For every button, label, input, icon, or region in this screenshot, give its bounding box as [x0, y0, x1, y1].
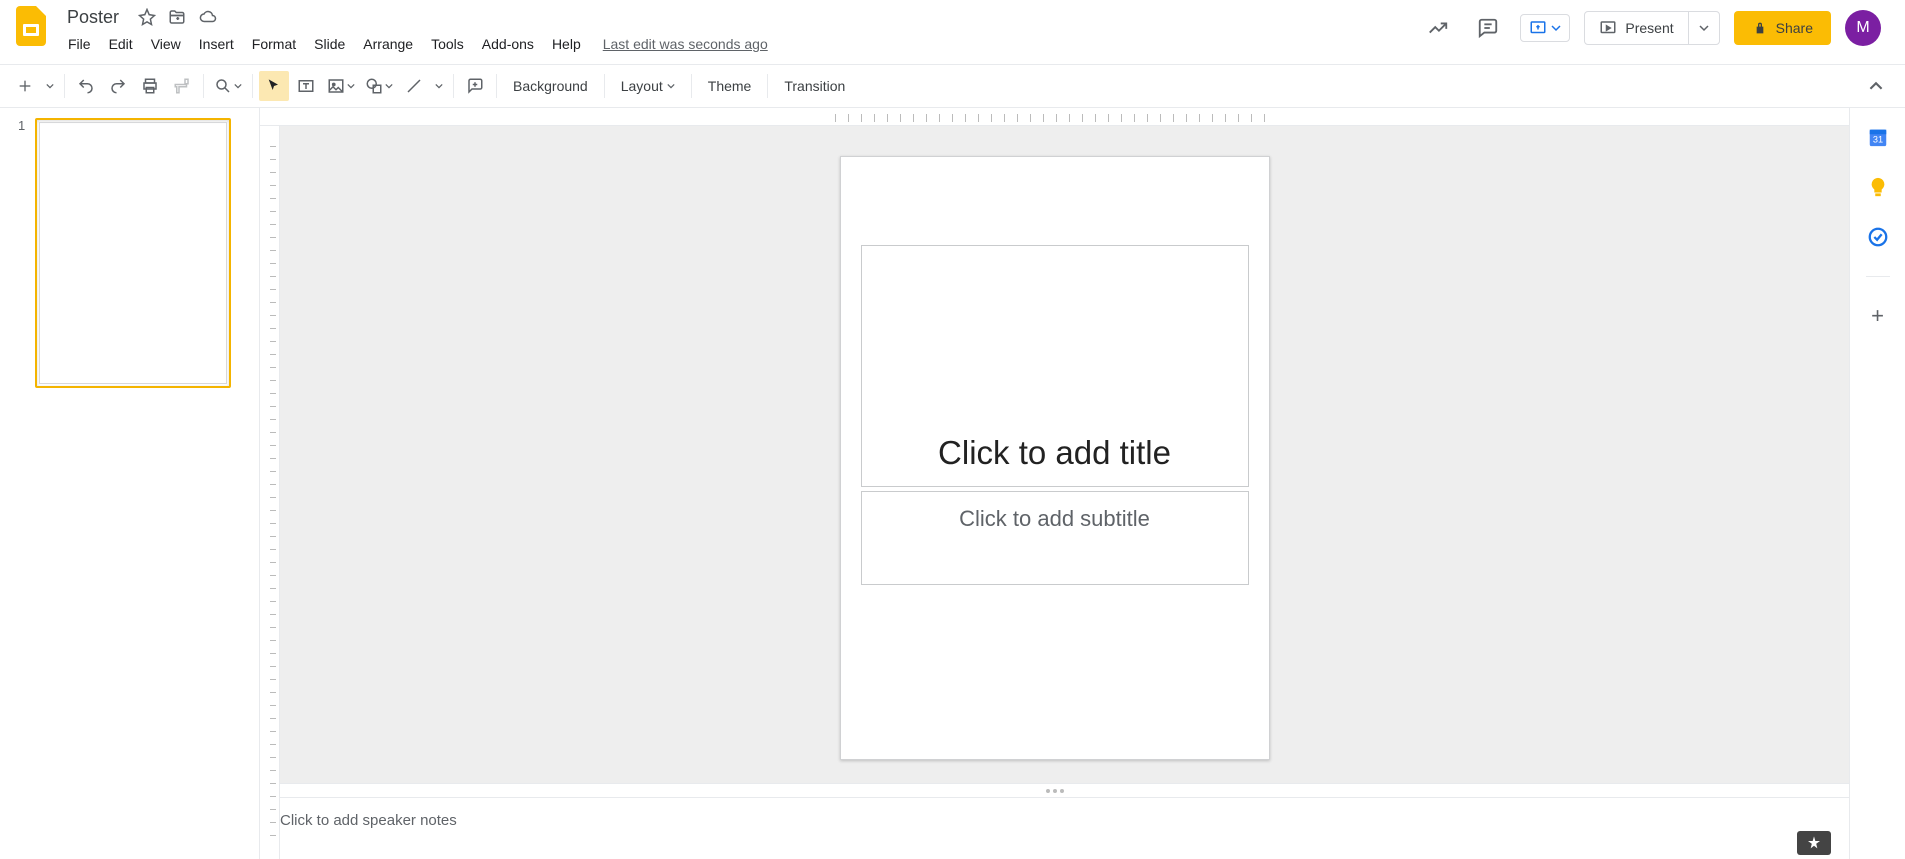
header: Poster File Edit View Insert Format Slid… [0, 0, 1905, 64]
menu-slide[interactable]: Slide [306, 32, 353, 56]
separator [203, 74, 204, 98]
filmstrip: 1 [0, 108, 260, 859]
speaker-notes[interactable]: Click to add speaker notes [260, 797, 1849, 859]
menu-help[interactable]: Help [544, 32, 589, 56]
separator [64, 74, 65, 98]
tasks-icon[interactable] [1867, 226, 1889, 248]
notes-resize-handle[interactable] [260, 783, 1849, 797]
keep-icon[interactable] [1867, 176, 1889, 198]
present-button[interactable]: Present [1585, 12, 1688, 44]
menu-edit[interactable]: Edit [101, 32, 141, 56]
layout-label: Layout [621, 78, 663, 94]
canvas-area: Click to add title Click to add subtitle… [260, 108, 1849, 859]
comments-icon[interactable] [1470, 10, 1506, 46]
cloud-status-icon[interactable] [198, 8, 218, 26]
menu-format[interactable]: Format [244, 32, 304, 56]
separator [453, 74, 454, 98]
new-slide-button[interactable] [10, 71, 40, 101]
line-tool-dropdown[interactable] [431, 71, 447, 101]
title-placeholder[interactable]: Click to add title [861, 245, 1249, 487]
select-tool[interactable] [259, 71, 289, 101]
account-avatar[interactable]: M [1845, 10, 1881, 46]
image-tool[interactable] [323, 71, 359, 101]
menu-view[interactable]: View [143, 32, 189, 56]
slide-thumbnail[interactable] [35, 118, 231, 388]
separator [604, 74, 605, 98]
paint-format-button[interactable] [167, 71, 197, 101]
side-panel: 31 + [1849, 108, 1905, 859]
background-button[interactable]: Background [503, 71, 598, 101]
undo-button[interactable] [71, 71, 101, 101]
menu-arrange[interactable]: Arrange [355, 32, 421, 56]
redo-button[interactable] [103, 71, 133, 101]
separator [691, 74, 692, 98]
share-button[interactable]: Share [1734, 11, 1831, 45]
comment-button[interactable] [460, 71, 490, 101]
theme-button[interactable]: Theme [698, 71, 762, 101]
get-addons-button[interactable]: + [1867, 305, 1889, 327]
present-button-group: Present [1584, 11, 1719, 45]
explore-button[interactable] [1797, 831, 1831, 855]
new-slide-dropdown[interactable] [42, 71, 58, 101]
slide-thumbnail-wrap: 1 [18, 118, 241, 388]
present-label: Present [1625, 20, 1673, 36]
last-edit-link[interactable]: Last edit was seconds ago [603, 36, 768, 52]
shape-tool[interactable] [361, 71, 397, 101]
star-icon[interactable] [138, 8, 156, 26]
layout-button[interactable]: Layout [611, 71, 685, 101]
present-dropdown[interactable] [1689, 23, 1719, 33]
slides-logo[interactable] [12, 6, 52, 46]
transition-button[interactable]: Transition [774, 71, 855, 101]
activity-icon[interactable] [1420, 10, 1456, 46]
line-tool[interactable] [399, 71, 429, 101]
svg-text:31: 31 [1872, 135, 1882, 145]
separator [767, 74, 768, 98]
subtitle-placeholder[interactable]: Click to add subtitle [861, 491, 1249, 585]
move-icon[interactable] [168, 8, 186, 26]
separator [252, 74, 253, 98]
print-button[interactable] [135, 71, 165, 101]
document-title-input[interactable]: Poster [60, 5, 126, 30]
separator [496, 74, 497, 98]
menu-addons[interactable]: Add-ons [474, 32, 542, 56]
textbox-tool[interactable] [291, 71, 321, 101]
present-to-meeting-button[interactable] [1520, 14, 1570, 42]
share-label: Share [1776, 20, 1813, 36]
subtitle-placeholder-text: Click to add subtitle [959, 506, 1150, 532]
header-right: Present Share M [1420, 10, 1881, 46]
stage[interactable]: Click to add title Click to add subtitle [260, 126, 1849, 783]
slide-number: 1 [18, 118, 25, 388]
menu-insert[interactable]: Insert [191, 32, 242, 56]
body: 1 Click to add title Click to add subtit… [0, 108, 1905, 859]
menu-file[interactable]: File [60, 32, 99, 56]
zoom-button[interactable] [210, 71, 246, 101]
ruler-horizontal[interactable] [260, 108, 1849, 126]
toolbar: Background Layout Theme Transition [0, 64, 1905, 108]
collapse-toolbar-button[interactable] [1861, 71, 1891, 101]
slide-canvas[interactable]: Click to add title Click to add subtitle [840, 156, 1270, 760]
title-placeholder-text: Click to add title [938, 434, 1171, 472]
menu-tools[interactable]: Tools [423, 32, 472, 56]
side-panel-separator [1866, 276, 1890, 277]
calendar-icon[interactable]: 31 [1867, 126, 1889, 148]
